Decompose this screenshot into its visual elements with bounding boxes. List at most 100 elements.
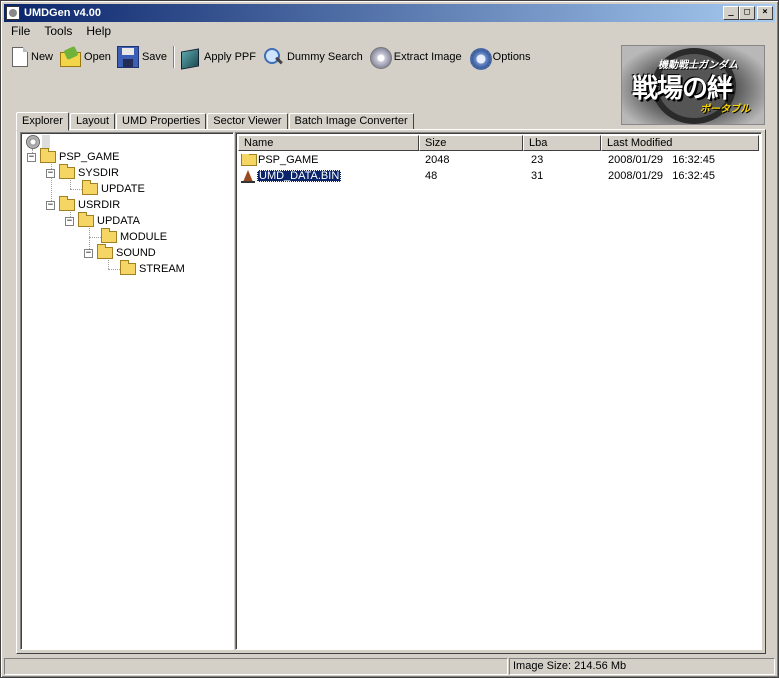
tree-node-update[interactable]: UPDATE <box>82 180 145 197</box>
list-row[interactable]: PSP_GAME 2048 23 2008/01/29 16:32:45 <box>239 152 760 168</box>
tree-node-sound[interactable]: − SOUND <box>84 244 156 261</box>
tree-node-usrdir[interactable]: − USRDIR <box>46 196 121 213</box>
status-bar: Image Size: 214.56 Mb <box>4 658 775 676</box>
image-size-status: Image Size: 214.56 Mb <box>509 658 775 675</box>
file-name: PSP_GAME <box>258 154 319 166</box>
magnifier-icon <box>262 46 284 68</box>
menu-tools[interactable]: Tools <box>37 22 79 40</box>
apply-ppf-button[interactable]: Apply PPF <box>177 44 260 70</box>
name-cell: UMD_DATA.BIN <box>239 169 420 183</box>
options-button[interactable]: Options <box>466 44 535 70</box>
umd-disc-icon <box>26 135 40 149</box>
folder-icon <box>101 228 117 243</box>
tree-line <box>108 260 109 269</box>
folder-icon <box>59 164 75 179</box>
tab-strip: Explorer Layout UMD Properties Sector Vi… <box>16 111 415 131</box>
tree-node-label: MODULE <box>120 231 168 243</box>
tree-node-module[interactable]: MODULE <box>101 228 168 245</box>
list-header: Name Size Lba Last Modified <box>238 135 759 151</box>
tree-node-stream[interactable]: STREAM <box>120 260 185 277</box>
collapse-toggle[interactable]: − <box>27 152 36 162</box>
window-title: UMDGen v4.00 <box>24 7 102 19</box>
lba-cell: 31 <box>531 170 544 182</box>
menu-help[interactable]: Help <box>79 22 118 40</box>
gear-icon <box>468 46 492 70</box>
lba-cell: 23 <box>531 154 544 166</box>
minimize-button[interactable]: _ <box>723 6 739 20</box>
folder-icon <box>241 154 257 166</box>
folder-icon <box>120 260 136 275</box>
tree-node-label: PSP_GAME <box>59 151 120 163</box>
game-logo-image: 機動戦士ガンダム 戦場の絆 ポータブル <box>621 45 765 125</box>
app-window: UMDGen v4.00 _ □ × File Tools Help New O… <box>0 0 779 678</box>
size-cell: 2048 <box>425 154 450 166</box>
tree-node-label: STREAM <box>139 263 185 275</box>
column-header-last-modified[interactable]: Last Modified <box>601 135 759 151</box>
modified-cell: 2008/01/29 16:32:45 <box>608 154 716 166</box>
close-button[interactable]: × <box>757 6 773 20</box>
tree-node-psp-game[interactable]: − PSP_GAME <box>27 148 120 165</box>
save-button[interactable]: Save <box>115 44 171 70</box>
tree-node-label: UPDATE <box>101 183 145 195</box>
collapse-toggle[interactable]: − <box>84 248 93 258</box>
collapse-toggle[interactable]: − <box>46 168 55 178</box>
new-document-icon <box>12 47 28 67</box>
list-row[interactable]: UMD_DATA.BIN 48 31 2008/01/29 16:32:45 <box>239 168 760 184</box>
collapse-toggle[interactable]: − <box>46 200 55 210</box>
extract-image-label: Extract Image <box>393 51 462 63</box>
column-header-size[interactable]: Size <box>419 135 523 151</box>
toolbar-separator <box>173 46 176 68</box>
menu-bar: File Tools Help <box>4 22 118 40</box>
tab-batch-image-converter[interactable]: Batch Image Converter <box>288 113 414 130</box>
file-name-selected: UMD_DATA.BIN <box>257 170 342 182</box>
tree-node-sysdir[interactable]: − SYSDIR <box>46 164 119 181</box>
title-bar[interactable]: UMDGen v4.00 _ □ × <box>4 4 775 22</box>
maximize-button[interactable]: □ <box>739 6 755 20</box>
root-label-placeholder <box>42 135 50 149</box>
collapse-toggle[interactable]: − <box>65 216 74 226</box>
folder-icon <box>78 212 94 227</box>
tree-node-label: SYSDIR <box>78 167 119 179</box>
binary-file-icon <box>241 169 255 183</box>
options-label: Options <box>492 51 531 63</box>
status-pane-main <box>4 658 508 675</box>
size-cell: 48 <box>425 170 438 182</box>
open-folder-icon <box>59 46 82 68</box>
tab-sector-viewer[interactable]: Sector Viewer <box>207 113 288 130</box>
folder-icon <box>97 244 113 259</box>
tree-line <box>89 237 101 238</box>
patch-box-icon <box>179 46 201 68</box>
toolbar: New Open Save Apply PPF Dummy Search Ext… <box>7 43 535 71</box>
extract-image-button[interactable]: Extract Image <box>367 44 466 70</box>
tree-node-label: UPDATA <box>97 215 140 227</box>
open-label: Open <box>84 51 111 63</box>
folder-open-icon <box>40 148 56 163</box>
tab-layout[interactable]: Layout <box>69 113 115 130</box>
tree-node-label: SOUND <box>116 247 156 259</box>
modified-cell: 2008/01/29 16:32:45 <box>608 170 716 182</box>
logo-sub-text: ポータブル <box>700 104 750 115</box>
tree-line <box>108 269 120 270</box>
menu-file[interactable]: File <box>4 22 37 40</box>
column-header-lba[interactable]: Lba <box>523 135 601 151</box>
tree-node-label: USRDIR <box>78 199 121 211</box>
save-disk-icon <box>116 46 139 68</box>
new-label: New <box>31 51 54 63</box>
tab-explorer[interactable]: Explorer <box>16 112 69 131</box>
open-button[interactable]: Open <box>57 44 115 70</box>
app-icon <box>6 6 20 20</box>
file-list[interactable]: Name Size Lba Last Modified PSP_GAME 204… <box>235 132 762 650</box>
folder-icon <box>59 196 75 211</box>
apply-ppf-label: Apply PPF <box>204 51 256 63</box>
new-button[interactable]: New <box>7 44 57 70</box>
name-cell: PSP_GAME <box>239 154 420 166</box>
tree-line <box>70 180 71 189</box>
dummy-search-button[interactable]: Dummy Search <box>260 44 367 70</box>
save-label: Save <box>141 51 168 63</box>
tree-line <box>70 189 82 190</box>
disc-icon <box>369 46 392 69</box>
column-header-name[interactable]: Name <box>238 135 419 151</box>
tab-umd-properties[interactable]: UMD Properties <box>116 113 207 130</box>
folder-tree[interactable]: − PSP_GAME − SYSDIR UPDATE − USRDIR − UP… <box>20 132 234 650</box>
tree-node-updata[interactable]: − UPDATA <box>65 212 140 229</box>
